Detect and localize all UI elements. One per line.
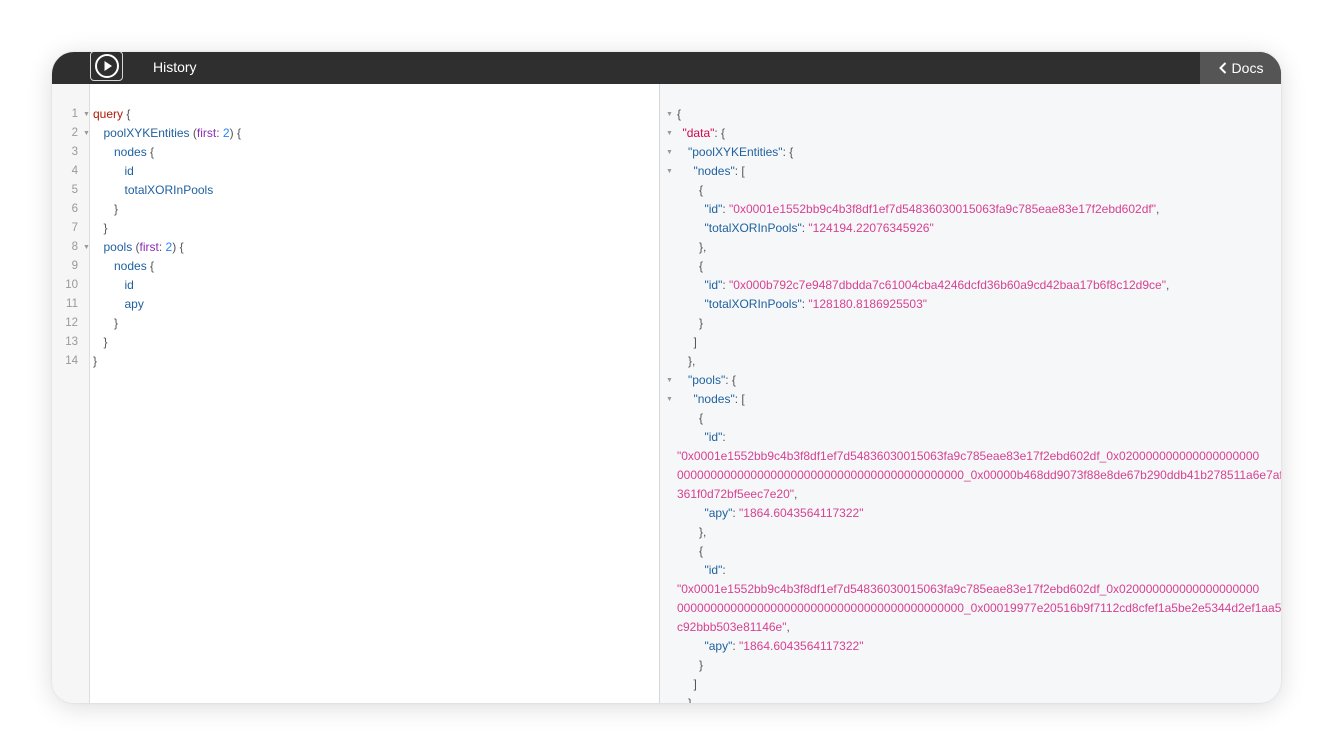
code-text: id: [124, 278, 134, 292]
code-text: totalXORInPools: [124, 183, 214, 197]
result-text: "id": "0x000b792c7e9487dbdda7c61004cba42…: [704, 278, 1170, 292]
fold-arrow-icon[interactable]: ▼: [83, 105, 90, 124]
result-text: "apy": "1864.6043564117322": [704, 506, 864, 520]
line-number: 3: [71, 146, 78, 158]
line-number: 1: [71, 108, 78, 120]
result-text: "nodes": [: [693, 392, 745, 406]
line-number: 14: [65, 355, 78, 367]
result-text: },: [699, 240, 707, 254]
fold-arrow-icon[interactable]: ▼: [666, 124, 673, 143]
code-text: pools (first: 2) {: [103, 240, 184, 254]
result-text: 0000000000000000000000000000000000000000…: [677, 468, 1281, 482]
line-number: 11: [66, 298, 78, 310]
code-text: }: [114, 202, 119, 216]
result-text: "id":: [704, 430, 726, 444]
graphiql-window: History Docs 1 ▼ query {2 ▼ poolXYKEntities …: [52, 52, 1281, 703]
result-text: },: [688, 354, 696, 368]
fold-arrow-icon[interactable]: ▼: [666, 390, 673, 409]
code-text: }: [114, 316, 119, 330]
code-text: id: [124, 164, 134, 178]
fold-arrow-icon[interactable]: ▼: [666, 371, 673, 390]
line-number: 6: [71, 203, 78, 215]
line-number: 9: [71, 260, 78, 272]
code-text: nodes {: [114, 259, 155, 273]
line-number: 7: [71, 222, 78, 234]
result-text: "pools": {: [688, 373, 736, 387]
code-text: }: [103, 221, 108, 235]
code-text: poolXYKEntities (first: 2) {: [103, 126, 241, 140]
code-text: query {: [93, 107, 131, 121]
result-viewer: ▼ { ▼ "data": { ▼ "poolXYKEntities": { ▼ "nodes…: [660, 84, 1281, 703]
execute-query-button[interactable]: [90, 52, 123, 81]
line-number: 4: [71, 165, 78, 177]
line-number: 2: [71, 127, 78, 139]
play-icon: [94, 54, 119, 78]
line-number: 10: [65, 279, 78, 291]
result-text: 0000000000000000000000000000000000000000…: [677, 601, 1281, 615]
fold-arrow-icon[interactable]: ▼: [666, 162, 673, 181]
result-text: {: [699, 544, 704, 558]
result-text: 361f0d72bf5eec7e20",: [677, 487, 798, 501]
result-text: },: [699, 525, 707, 539]
result-text: }: [699, 316, 704, 330]
result-text: ]: [693, 335, 697, 349]
result-text: "0x0001e1552bb9c4b3f8df1ef7d548360300150…: [677, 582, 1260, 596]
code-text: nodes {: [114, 145, 155, 159]
docs-label: Docs: [1231, 60, 1264, 76]
history-button[interactable]: History: [153, 59, 197, 75]
code-text: }: [103, 335, 108, 349]
result-text: c92bbb503e81146e",: [677, 620, 790, 634]
result-text: "totalXORInPools": "128180.8186925503": [704, 297, 928, 311]
result-text: "poolXYKEntities": {: [688, 145, 794, 159]
result-text: "0x0001e1552bb9c4b3f8df1ef7d548360300150…: [677, 449, 1260, 463]
result-text: ]: [693, 677, 697, 691]
result-text: "apy": "1864.6043564117322": [704, 639, 864, 653]
code-text: apy: [124, 297, 144, 311]
result-text: }: [688, 696, 693, 703]
docs-button[interactable]: Docs: [1200, 52, 1281, 84]
fold-arrow-icon[interactable]: ▼: [83, 238, 90, 257]
fold-arrow-icon[interactable]: ▼: [666, 143, 673, 162]
query-editor[interactable]: 1 ▼ query {2 ▼ poolXYKEntities (first: 2) {3…: [52, 84, 659, 703]
result-text: "totalXORInPools": "124194.22076345926": [704, 221, 934, 235]
code-text: }: [93, 354, 98, 368]
result-text: {: [699, 183, 704, 197]
result-text: {: [699, 259, 704, 273]
result-text: "id":: [704, 563, 726, 577]
fold-arrow-icon[interactable]: ▼: [666, 105, 673, 124]
result-text: "data": {: [682, 126, 726, 140]
result-text: "nodes": [: [693, 164, 745, 178]
line-number: 12: [65, 317, 78, 329]
result-text: }: [699, 658, 704, 672]
line-number: 5: [71, 184, 78, 196]
fold-arrow-icon[interactable]: ▼: [83, 124, 90, 143]
result-text: "id": "0x0001e1552bb9c4b3f8df1ef7d548360…: [704, 202, 1160, 216]
line-number: 13: [65, 336, 78, 348]
toolbar: History Docs: [52, 52, 1281, 84]
result-text: {: [699, 411, 704, 425]
chevron-left-icon: [1218, 62, 1226, 74]
line-number: 8: [71, 241, 78, 253]
result-text: {: [677, 107, 682, 121]
